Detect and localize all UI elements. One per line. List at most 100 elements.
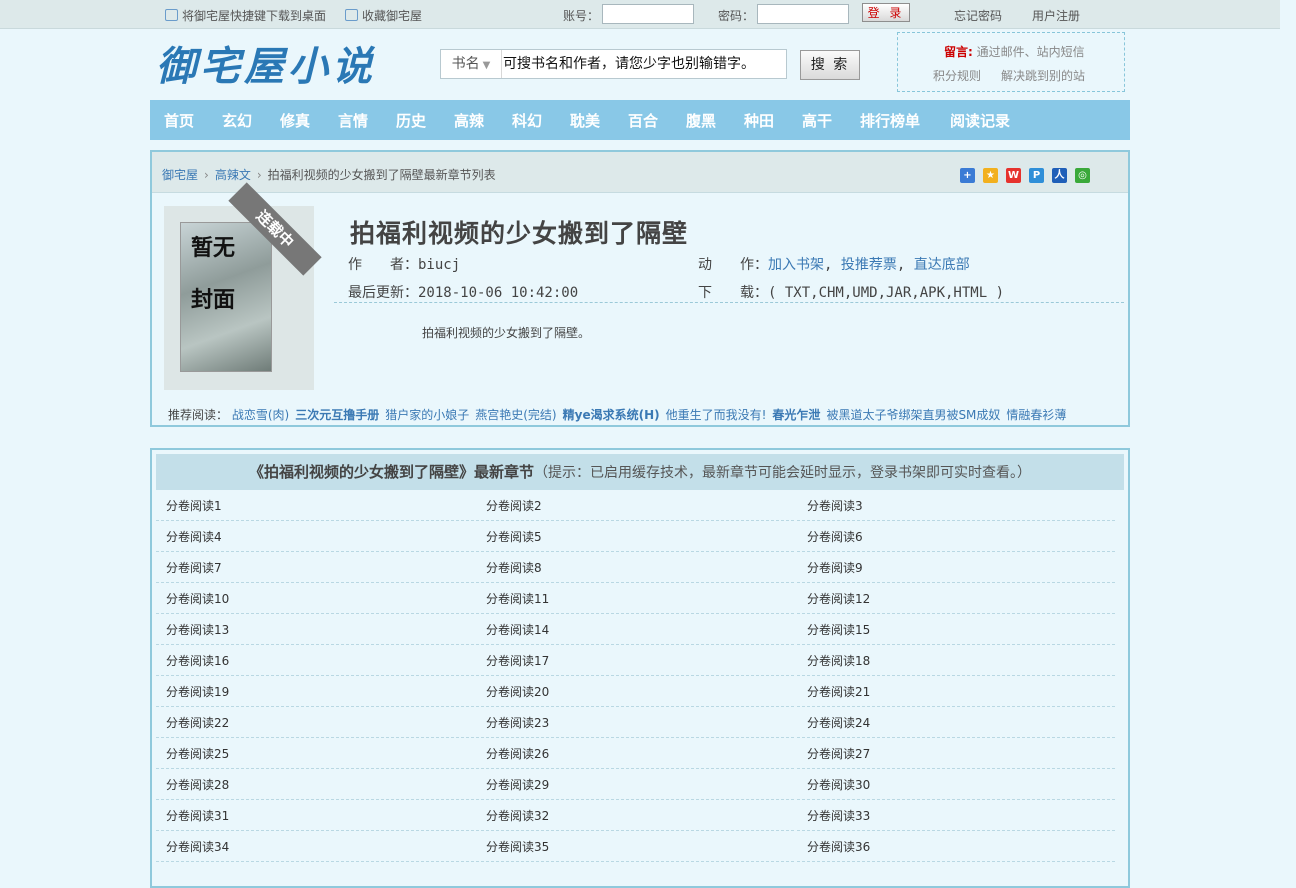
- recommend-item[interactable]: 春光乍泄: [772, 408, 820, 422]
- nav-item-xiuzhen[interactable]: 修真: [280, 100, 310, 140]
- recommend-item[interactable]: 被黑道太子爷绑架直男被SM成奴: [826, 408, 1000, 422]
- chevron-right-icon: ›: [256, 168, 262, 182]
- book-intro: 拍福利视频的少女搬到了隔壁。: [422, 326, 591, 340]
- recommend-row: 推荐阅读： 战恋雪(肉) 三次元互撸手册 猎户家的小娘子 燕宫艳史(完结) 精ye渴求系…: [168, 406, 1072, 423]
- author-name[interactable]: biucj: [418, 257, 460, 273]
- chapter-link[interactable]: 分卷阅读17: [476, 646, 794, 676]
- chapter-link[interactable]: 分卷阅读35: [476, 832, 794, 862]
- chapter-link[interactable]: 分卷阅读20: [476, 677, 794, 707]
- download-row: 下 载：( TXT,CHM,UMD,JAR,APK,HTML ): [698, 285, 1005, 301]
- chapter-link[interactable]: 分卷阅读16: [156, 646, 474, 676]
- recommend-item[interactable]: 精ye渴求系统(H): [563, 408, 660, 422]
- account-input[interactable]: [602, 4, 694, 24]
- chapter-link[interactable]: 分卷阅读29: [476, 770, 794, 800]
- nav-item-yanqing[interactable]: 言情: [338, 100, 368, 140]
- chapter-link[interactable]: 分卷阅读25: [156, 739, 474, 769]
- chapter-list-header: 《拍福利视频的少女搬到了隔壁》最新章节（提示：已启用缓存技术，最新章节可能会延时…: [156, 454, 1124, 490]
- chapter-link[interactable]: 分卷阅读24: [797, 708, 1115, 738]
- chapter-link[interactable]: 分卷阅读5: [476, 522, 794, 552]
- recommend-item[interactable]: 情融春衫薄: [1006, 408, 1066, 422]
- bookmark-link[interactable]: 收藏御宅屋: [345, 7, 422, 24]
- nav-item-lishi[interactable]: 历史: [396, 100, 426, 140]
- chapter-link[interactable]: 分卷阅读15: [797, 615, 1115, 645]
- chapter-link[interactable]: 分卷阅读4: [156, 522, 474, 552]
- recommend-item[interactable]: 三次元互撸手册: [295, 408, 379, 422]
- chapter-link[interactable]: 分卷阅读31: [156, 801, 474, 831]
- nav-item-gaogan[interactable]: 高干: [802, 100, 832, 140]
- chapter-link[interactable]: 分卷阅读28: [156, 770, 474, 800]
- book-cover[interactable]: 暂无 封面 连载中: [164, 182, 322, 390]
- password-label: 密码：: [718, 9, 755, 23]
- chapter-list-tip: （提示：已启用缓存技术，最新章节可能会延时显示，登录书架即可实时查看。）: [534, 465, 1031, 481]
- home-icon: [165, 9, 178, 21]
- share-more-icon[interactable]: +: [960, 168, 975, 183]
- chapter-link[interactable]: 分卷阅读22: [156, 708, 474, 738]
- share-wechat-icon[interactable]: ◎: [1075, 168, 1090, 183]
- share-renren-icon[interactable]: 人: [1052, 168, 1067, 183]
- nav-item-history[interactable]: 阅读记录: [950, 100, 1010, 140]
- recommend-item[interactable]: 猎户家的小娘子: [385, 408, 469, 422]
- updated-row: 最后更新：2018-10-06 10:42:00: [348, 285, 579, 301]
- nav-item-baihe[interactable]: 百合: [628, 100, 658, 140]
- recommend-item[interactable]: 他重生了而我没有!: [666, 408, 767, 422]
- notice-box: 留言: 通过邮件、站内短信 积分规则 解决跳到别的站: [897, 32, 1125, 92]
- chapter-link[interactable]: 分卷阅读3: [797, 491, 1115, 521]
- chapter-link[interactable]: 分卷阅读6: [797, 522, 1115, 552]
- chapter-link[interactable]: 分卷阅读30: [797, 770, 1115, 800]
- chapter-link[interactable]: 分卷阅读1: [156, 491, 474, 521]
- chapter-link[interactable]: 分卷阅读10: [156, 584, 474, 614]
- shortcut-link[interactable]: 将御宅屋快捷键下载到桌面: [165, 7, 326, 24]
- chapter-link[interactable]: 分卷阅读21: [797, 677, 1115, 707]
- chapter-link[interactable]: 分卷阅读11: [476, 584, 794, 614]
- login-button[interactable]: 登 录: [862, 3, 910, 22]
- chapter-link[interactable]: 分卷阅读7: [156, 553, 474, 583]
- nav-item-zhongtian[interactable]: 种田: [744, 100, 774, 140]
- chapter-link[interactable]: 分卷阅读34: [156, 832, 474, 862]
- nav-item-xuanhuan[interactable]: 玄幻: [222, 100, 252, 140]
- nav-item-home[interactable]: 首页: [164, 100, 194, 140]
- register-link[interactable]: 用户注册: [1032, 7, 1080, 24]
- recommend-item[interactable]: 战恋雪(肉): [232, 408, 289, 422]
- nav-item-rankings[interactable]: 排行榜单: [860, 100, 920, 140]
- cover-text-line2: 封面: [191, 287, 236, 313]
- breadcrumb-category[interactable]: 高辣文: [215, 168, 251, 182]
- chapter-link[interactable]: 分卷阅读26: [476, 739, 794, 769]
- chapter-link[interactable]: 分卷阅读9: [797, 553, 1115, 583]
- share-tencent-icon[interactable]: P: [1029, 168, 1044, 183]
- nav-item-fuhei[interactable]: 腹黑: [686, 100, 716, 140]
- go-bottom-link[interactable]: 直达底部: [914, 257, 970, 273]
- redirect-fix-link[interactable]: 解决跳到别的站: [1001, 69, 1085, 83]
- points-rules-link[interactable]: 积分规则: [933, 69, 981, 83]
- add-shelf-link[interactable]: 加入书架: [768, 257, 824, 273]
- chapter-link[interactable]: 分卷阅读13: [156, 615, 474, 645]
- chapter-link[interactable]: 分卷阅读23: [476, 708, 794, 738]
- action-row: 动 作：加入书架, 投推荐票, 直达底部: [698, 257, 970, 273]
- share-weibo-icon[interactable]: W: [1006, 168, 1021, 183]
- chapter-link[interactable]: 分卷阅读2: [476, 491, 794, 521]
- chapter-link[interactable]: 分卷阅读19: [156, 677, 474, 707]
- download-formats[interactable]: ( TXT,CHM,UMD,JAR,APK,HTML ): [768, 285, 1004, 301]
- nav-item-danmei[interactable]: 耽美: [570, 100, 600, 140]
- nav-item-kehuan[interactable]: 科幻: [512, 100, 542, 140]
- forgot-password-link[interactable]: 忘记密码: [954, 7, 1002, 24]
- search-category-select[interactable]: 书名 ▼: [441, 50, 502, 78]
- site-logo[interactable]: 御宅屋小说: [156, 34, 376, 92]
- notice-contact-link[interactable]: 通过邮件、站内短信: [977, 45, 1085, 59]
- chapter-link[interactable]: 分卷阅读27: [797, 739, 1115, 769]
- nav-item-gaola[interactable]: 高辣: [454, 100, 484, 140]
- share-qzone-icon[interactable]: ★: [983, 168, 998, 183]
- chapter-link[interactable]: 分卷阅读36: [797, 832, 1115, 862]
- chapter-link[interactable]: 分卷阅读32: [476, 801, 794, 831]
- chapter-link[interactable]: 分卷阅读12: [797, 584, 1115, 614]
- chapter-link[interactable]: 分卷阅读14: [476, 615, 794, 645]
- chapter-link[interactable]: 分卷阅读8: [476, 553, 794, 583]
- password-input[interactable]: [757, 4, 849, 24]
- chapter-link[interactable]: 分卷阅读33: [797, 801, 1115, 831]
- vote-link[interactable]: 投推荐票: [841, 257, 897, 273]
- chapter-link[interactable]: 分卷阅读18: [797, 646, 1115, 676]
- search-input[interactable]: [503, 52, 783, 76]
- breadcrumb-home[interactable]: 御宅屋: [162, 168, 198, 182]
- recommend-item[interactable]: 燕宫艳史(完结): [475, 408, 556, 422]
- search-button[interactable]: 搜 索: [800, 50, 860, 80]
- cover-text-line1: 暂无: [191, 235, 236, 261]
